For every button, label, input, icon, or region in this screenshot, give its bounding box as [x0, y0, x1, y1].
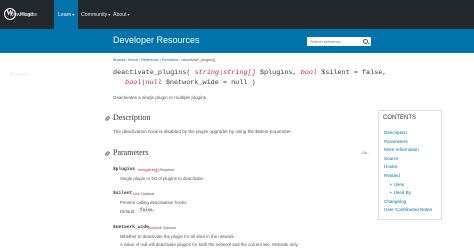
param-type: bool	[133, 191, 140, 196]
breadcrumb-current: deactivate_plugins()	[181, 58, 216, 62]
description-text: The deactivation hook is disabled by the…	[113, 129, 292, 134]
description-heading[interactable]: Description	[104, 113, 150, 122]
param-status: Required	[159, 167, 175, 172]
param-var: $plugins,	[259, 69, 297, 77]
function-name: deactivate_plugins(	[113, 69, 191, 77]
param-silent-desc: Prevent calling deactivation hooks.	[120, 200, 188, 205]
parameters-heading[interactable]: Parameters	[104, 148, 149, 157]
search-box	[307, 37, 371, 46]
function-signature: deactivate_plugins( string|string[] $plu…	[113, 68, 386, 88]
breadcrumb: Browse: Home / Reference / Functions / d…	[113, 58, 216, 62]
link-icon	[104, 115, 111, 121]
param-silent-name: $silent	[113, 191, 133, 196]
chevron-down-icon: ▾	[127, 12, 130, 17]
param-plugins-meta: string|string[] Required	[138, 168, 174, 172]
toc-item-used-by[interactable]: Used By	[384, 189, 432, 198]
param-network-wide-desc-2: A value of null will deactivate plugins …	[120, 242, 299, 247]
toc-item-changelog[interactable]: Changelog	[384, 198, 432, 207]
top-nav: Plugins Download & Extend▾ Learn▾ Commun…	[0, 0, 474, 78]
param-type: string|string[]	[194, 69, 256, 77]
search-icon[interactable]	[363, 38, 368, 44]
nav-item-about[interactable]: About▾	[113, 0, 130, 29]
breadcrumb-browse[interactable]: Browse	[113, 58, 126, 62]
nav-item-download-extend[interactable]: Download & Extend▾	[10, 0, 33, 78]
toc-item-hooks[interactable]: Hooks	[384, 163, 432, 172]
toc-item-description[interactable]: Description	[384, 129, 432, 138]
param-silent-meta: bool Optional	[133, 192, 154, 196]
param-default: = null )	[222, 79, 256, 87]
breadcrumb-functions[interactable]: Functions	[162, 58, 178, 62]
toc-item-uses[interactable]: Uses	[384, 181, 432, 190]
param-network-wide-desc: Whether to deactivate the plugin for all…	[120, 234, 235, 239]
param-status: Optional	[162, 225, 176, 230]
nav-item-community[interactable]: Community▾	[81, 0, 110, 29]
param-plugins-name: $plugins	[113, 167, 136, 172]
function-summary: Deactivates a single plugin or multiple …	[113, 95, 208, 100]
nav-item-learn[interactable]: Learn▾	[54, 0, 79, 29]
contents-title: CONTENTS	[383, 115, 416, 121]
param-var: $silent	[321, 69, 350, 77]
param-status: Optional	[140, 191, 155, 196]
contents-list: Description Parameters More Information …	[384, 129, 432, 215]
param-default: = false,	[353, 69, 387, 77]
site-title[interactable]: Developer Resources	[113, 35, 200, 45]
toc-item-more-information[interactable]: More Information	[384, 146, 432, 155]
toc-item-source[interactable]: Source	[384, 155, 432, 164]
param-type: string|string[]	[138, 167, 159, 172]
param-plugins-desc: Single plugin or list of plugins to deac…	[120, 176, 205, 181]
breadcrumb-reference[interactable]: Reference	[141, 58, 159, 62]
toc-item-user-contributed-notes[interactable]: User Contributed Notes	[384, 206, 432, 215]
site-header: Developer Resources	[0, 29, 474, 53]
toc-item-parameters[interactable]: Parameters	[384, 138, 432, 147]
param-silent-default-value: false	[138, 208, 155, 213]
parameters-more-link[interactable]: Go...	[362, 151, 370, 155]
breadcrumb-home[interactable]: Home	[128, 58, 138, 62]
chevron-down-icon: ▾	[27, 72, 30, 77]
param-silent-default-label: Default:	[120, 209, 136, 214]
contents-panel: CONTENTS Description Parameters More Inf…	[378, 110, 442, 220]
link-icon	[104, 150, 111, 156]
param-network-wide-meta: bool|null Optional	[148, 226, 176, 230]
param-var: $network_wide	[165, 79, 219, 87]
param-type: bool|null	[148, 225, 162, 230]
param-type: bool	[300, 69, 318, 77]
param-network-wide-name: $network_wide	[113, 225, 149, 230]
search-input[interactable]	[310, 38, 358, 45]
toc-item-related[interactable]: Related	[384, 172, 432, 181]
chevron-down-icon: ▾	[108, 12, 111, 17]
chevron-down-icon: ▾	[72, 12, 75, 17]
param-type: bool|null	[125, 79, 162, 87]
